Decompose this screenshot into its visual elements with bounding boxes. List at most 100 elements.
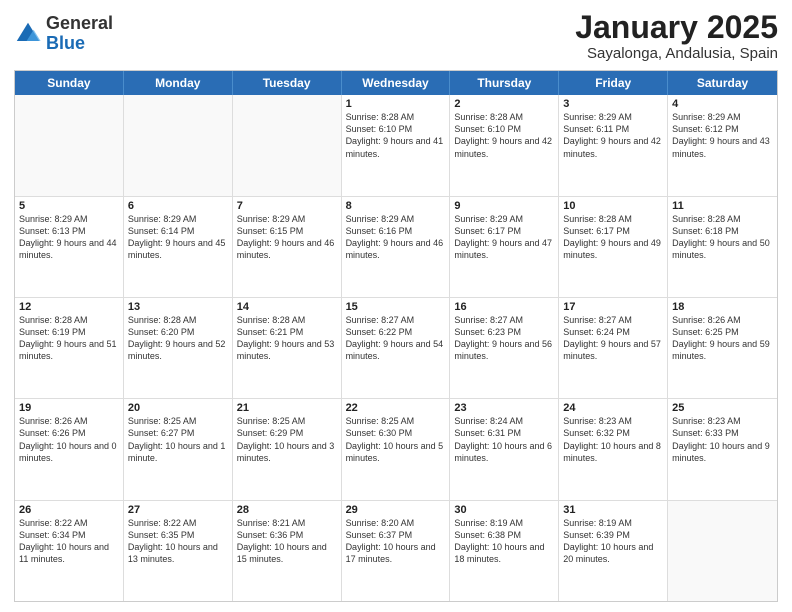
day-number: 4 [672,98,773,110]
day-number: 27 [128,504,228,516]
cell-info: Sunrise: 8:27 AM Sunset: 6:24 PM Dayligh… [563,314,663,363]
logo-blue: Blue [46,34,113,54]
day-number: 30 [454,504,554,516]
calendar-cell [233,95,342,195]
cell-info: Sunrise: 8:25 AM Sunset: 6:30 PM Dayligh… [346,415,446,464]
calendar-body: 1Sunrise: 8:28 AM Sunset: 6:10 PM Daylig… [15,95,777,601]
day-number: 17 [563,301,663,313]
calendar-cell: 5Sunrise: 8:29 AM Sunset: 6:13 PM Daylig… [15,197,124,297]
cell-info: Sunrise: 8:29 AM Sunset: 6:11 PM Dayligh… [563,111,663,160]
cell-info: Sunrise: 8:21 AM Sunset: 6:36 PM Dayligh… [237,517,337,566]
calendar-cell: 15Sunrise: 8:27 AM Sunset: 6:22 PM Dayli… [342,298,451,398]
calendar: SundayMondayTuesdayWednesdayThursdayFrid… [14,70,778,602]
cell-info: Sunrise: 8:19 AM Sunset: 6:39 PM Dayligh… [563,517,663,566]
cell-info: Sunrise: 8:29 AM Sunset: 6:16 PM Dayligh… [346,213,446,262]
cell-info: Sunrise: 8:29 AM Sunset: 6:15 PM Dayligh… [237,213,337,262]
page: General Blue January 2025 Sayalonga, And… [0,0,792,612]
calendar-cell: 8Sunrise: 8:29 AM Sunset: 6:16 PM Daylig… [342,197,451,297]
calendar-cell: 21Sunrise: 8:25 AM Sunset: 6:29 PM Dayli… [233,399,342,499]
cell-info: Sunrise: 8:28 AM Sunset: 6:10 PM Dayligh… [346,111,446,160]
cell-info: Sunrise: 8:24 AM Sunset: 6:31 PM Dayligh… [454,415,554,464]
calendar-row: 26Sunrise: 8:22 AM Sunset: 6:34 PM Dayli… [15,500,777,601]
day-number: 5 [19,200,119,212]
day-number: 2 [454,98,554,110]
calendar-cell: 1Sunrise: 8:28 AM Sunset: 6:10 PM Daylig… [342,95,451,195]
cell-info: Sunrise: 8:27 AM Sunset: 6:22 PM Dayligh… [346,314,446,363]
day-number: 19 [19,402,119,414]
calendar-cell: 2Sunrise: 8:28 AM Sunset: 6:10 PM Daylig… [450,95,559,195]
day-number: 7 [237,200,337,212]
calendar-cell: 27Sunrise: 8:22 AM Sunset: 6:35 PM Dayli… [124,501,233,601]
calendar-row: 19Sunrise: 8:26 AM Sunset: 6:26 PM Dayli… [15,398,777,499]
calendar-cell: 9Sunrise: 8:29 AM Sunset: 6:17 PM Daylig… [450,197,559,297]
day-number: 13 [128,301,228,313]
title-block: January 2025 Sayalonga, Andalusia, Spain [575,10,778,62]
logo-icon [14,20,42,48]
calendar-cell: 13Sunrise: 8:28 AM Sunset: 6:20 PM Dayli… [124,298,233,398]
day-number: 21 [237,402,337,414]
calendar-header: SundayMondayTuesdayWednesdayThursdayFrid… [15,71,777,95]
calendar-row: 1Sunrise: 8:28 AM Sunset: 6:10 PM Daylig… [15,95,777,195]
cell-info: Sunrise: 8:28 AM Sunset: 6:19 PM Dayligh… [19,314,119,363]
calendar-cell: 19Sunrise: 8:26 AM Sunset: 6:26 PM Dayli… [15,399,124,499]
calendar-header-cell: Friday [559,71,668,95]
cell-info: Sunrise: 8:27 AM Sunset: 6:23 PM Dayligh… [454,314,554,363]
calendar-cell: 23Sunrise: 8:24 AM Sunset: 6:31 PM Dayli… [450,399,559,499]
day-number: 10 [563,200,663,212]
calendar-cell: 25Sunrise: 8:23 AM Sunset: 6:33 PM Dayli… [668,399,777,499]
calendar-cell: 18Sunrise: 8:26 AM Sunset: 6:25 PM Dayli… [668,298,777,398]
day-number: 11 [672,200,773,212]
day-number: 12 [19,301,119,313]
calendar-header-cell: Thursday [450,71,559,95]
day-number: 1 [346,98,446,110]
cell-info: Sunrise: 8:23 AM Sunset: 6:33 PM Dayligh… [672,415,773,464]
calendar-cell: 14Sunrise: 8:28 AM Sunset: 6:21 PM Dayli… [233,298,342,398]
header: General Blue January 2025 Sayalonga, And… [14,10,778,62]
calendar-header-cell: Sunday [15,71,124,95]
calendar-cell: 12Sunrise: 8:28 AM Sunset: 6:19 PM Dayli… [15,298,124,398]
calendar-cell: 22Sunrise: 8:25 AM Sunset: 6:30 PM Dayli… [342,399,451,499]
calendar-cell [15,95,124,195]
cell-info: Sunrise: 8:28 AM Sunset: 6:20 PM Dayligh… [128,314,228,363]
day-number: 16 [454,301,554,313]
cell-info: Sunrise: 8:22 AM Sunset: 6:35 PM Dayligh… [128,517,228,566]
cell-info: Sunrise: 8:28 AM Sunset: 6:21 PM Dayligh… [237,314,337,363]
calendar-cell: 17Sunrise: 8:27 AM Sunset: 6:24 PM Dayli… [559,298,668,398]
calendar-cell: 4Sunrise: 8:29 AM Sunset: 6:12 PM Daylig… [668,95,777,195]
cell-info: Sunrise: 8:26 AM Sunset: 6:26 PM Dayligh… [19,415,119,464]
cell-info: Sunrise: 8:19 AM Sunset: 6:38 PM Dayligh… [454,517,554,566]
day-number: 28 [237,504,337,516]
calendar-header-cell: Saturday [668,71,777,95]
calendar-cell: 28Sunrise: 8:21 AM Sunset: 6:36 PM Dayli… [233,501,342,601]
cell-info: Sunrise: 8:20 AM Sunset: 6:37 PM Dayligh… [346,517,446,566]
cell-info: Sunrise: 8:25 AM Sunset: 6:29 PM Dayligh… [237,415,337,464]
day-number: 14 [237,301,337,313]
month-title: January 2025 [575,10,778,45]
cell-info: Sunrise: 8:22 AM Sunset: 6:34 PM Dayligh… [19,517,119,566]
calendar-cell: 3Sunrise: 8:29 AM Sunset: 6:11 PM Daylig… [559,95,668,195]
logo: General Blue [14,14,113,54]
calendar-row: 5Sunrise: 8:29 AM Sunset: 6:13 PM Daylig… [15,196,777,297]
cell-info: Sunrise: 8:29 AM Sunset: 6:17 PM Dayligh… [454,213,554,262]
location: Sayalonga, Andalusia, Spain [575,45,778,62]
calendar-cell: 11Sunrise: 8:28 AM Sunset: 6:18 PM Dayli… [668,197,777,297]
day-number: 26 [19,504,119,516]
calendar-cell: 20Sunrise: 8:25 AM Sunset: 6:27 PM Dayli… [124,399,233,499]
calendar-header-cell: Monday [124,71,233,95]
cell-info: Sunrise: 8:28 AM Sunset: 6:18 PM Dayligh… [672,213,773,262]
day-number: 29 [346,504,446,516]
calendar-header-cell: Wednesday [342,71,451,95]
cell-info: Sunrise: 8:28 AM Sunset: 6:17 PM Dayligh… [563,213,663,262]
calendar-cell [668,501,777,601]
day-number: 20 [128,402,228,414]
calendar-cell: 16Sunrise: 8:27 AM Sunset: 6:23 PM Dayli… [450,298,559,398]
calendar-cell: 26Sunrise: 8:22 AM Sunset: 6:34 PM Dayli… [15,501,124,601]
cell-info: Sunrise: 8:29 AM Sunset: 6:14 PM Dayligh… [128,213,228,262]
calendar-header-cell: Tuesday [233,71,342,95]
day-number: 9 [454,200,554,212]
day-number: 8 [346,200,446,212]
calendar-row: 12Sunrise: 8:28 AM Sunset: 6:19 PM Dayli… [15,297,777,398]
cell-info: Sunrise: 8:28 AM Sunset: 6:10 PM Dayligh… [454,111,554,160]
calendar-cell: 31Sunrise: 8:19 AM Sunset: 6:39 PM Dayli… [559,501,668,601]
day-number: 31 [563,504,663,516]
